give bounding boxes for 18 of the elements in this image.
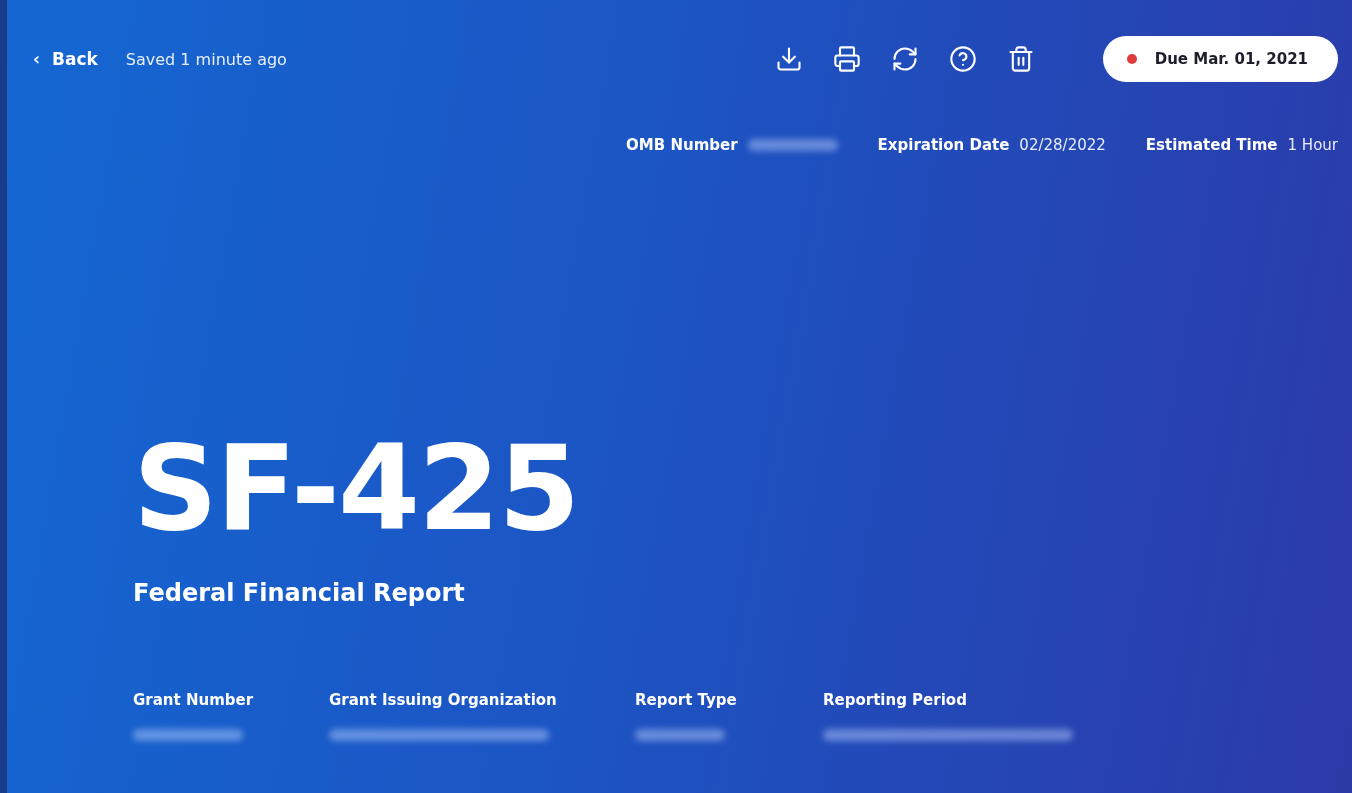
refresh-icon[interactable]: [890, 45, 919, 73]
detail-label: Grant Number: [133, 691, 255, 709]
detail-label: Grant Issuing Organization: [329, 691, 558, 709]
detail-label: Report Type: [635, 691, 738, 709]
help-icon[interactable]: [948, 45, 977, 73]
meta-value: 1 Hour: [1287, 136, 1338, 154]
detail-label: Reporting Period: [823, 691, 968, 709]
form-code: SF-425: [133, 429, 580, 547]
meta-label: Estimated Time: [1145, 136, 1278, 154]
form-title: Federal Financial Report: [133, 579, 466, 607]
due-date: Due Mar. 01, 2021: [1154, 50, 1308, 68]
printer-icon[interactable]: [832, 45, 861, 73]
meta-label: OMB Number: [626, 136, 738, 154]
back-button[interactable]: ‹ Back: [33, 49, 98, 69]
meta-label: Expiration Date: [877, 136, 1010, 154]
download-icon[interactable]: [774, 45, 803, 73]
meta-value: 02/28/2022: [1019, 136, 1106, 154]
save-status: Saved 1 minute ago: [125, 49, 287, 69]
